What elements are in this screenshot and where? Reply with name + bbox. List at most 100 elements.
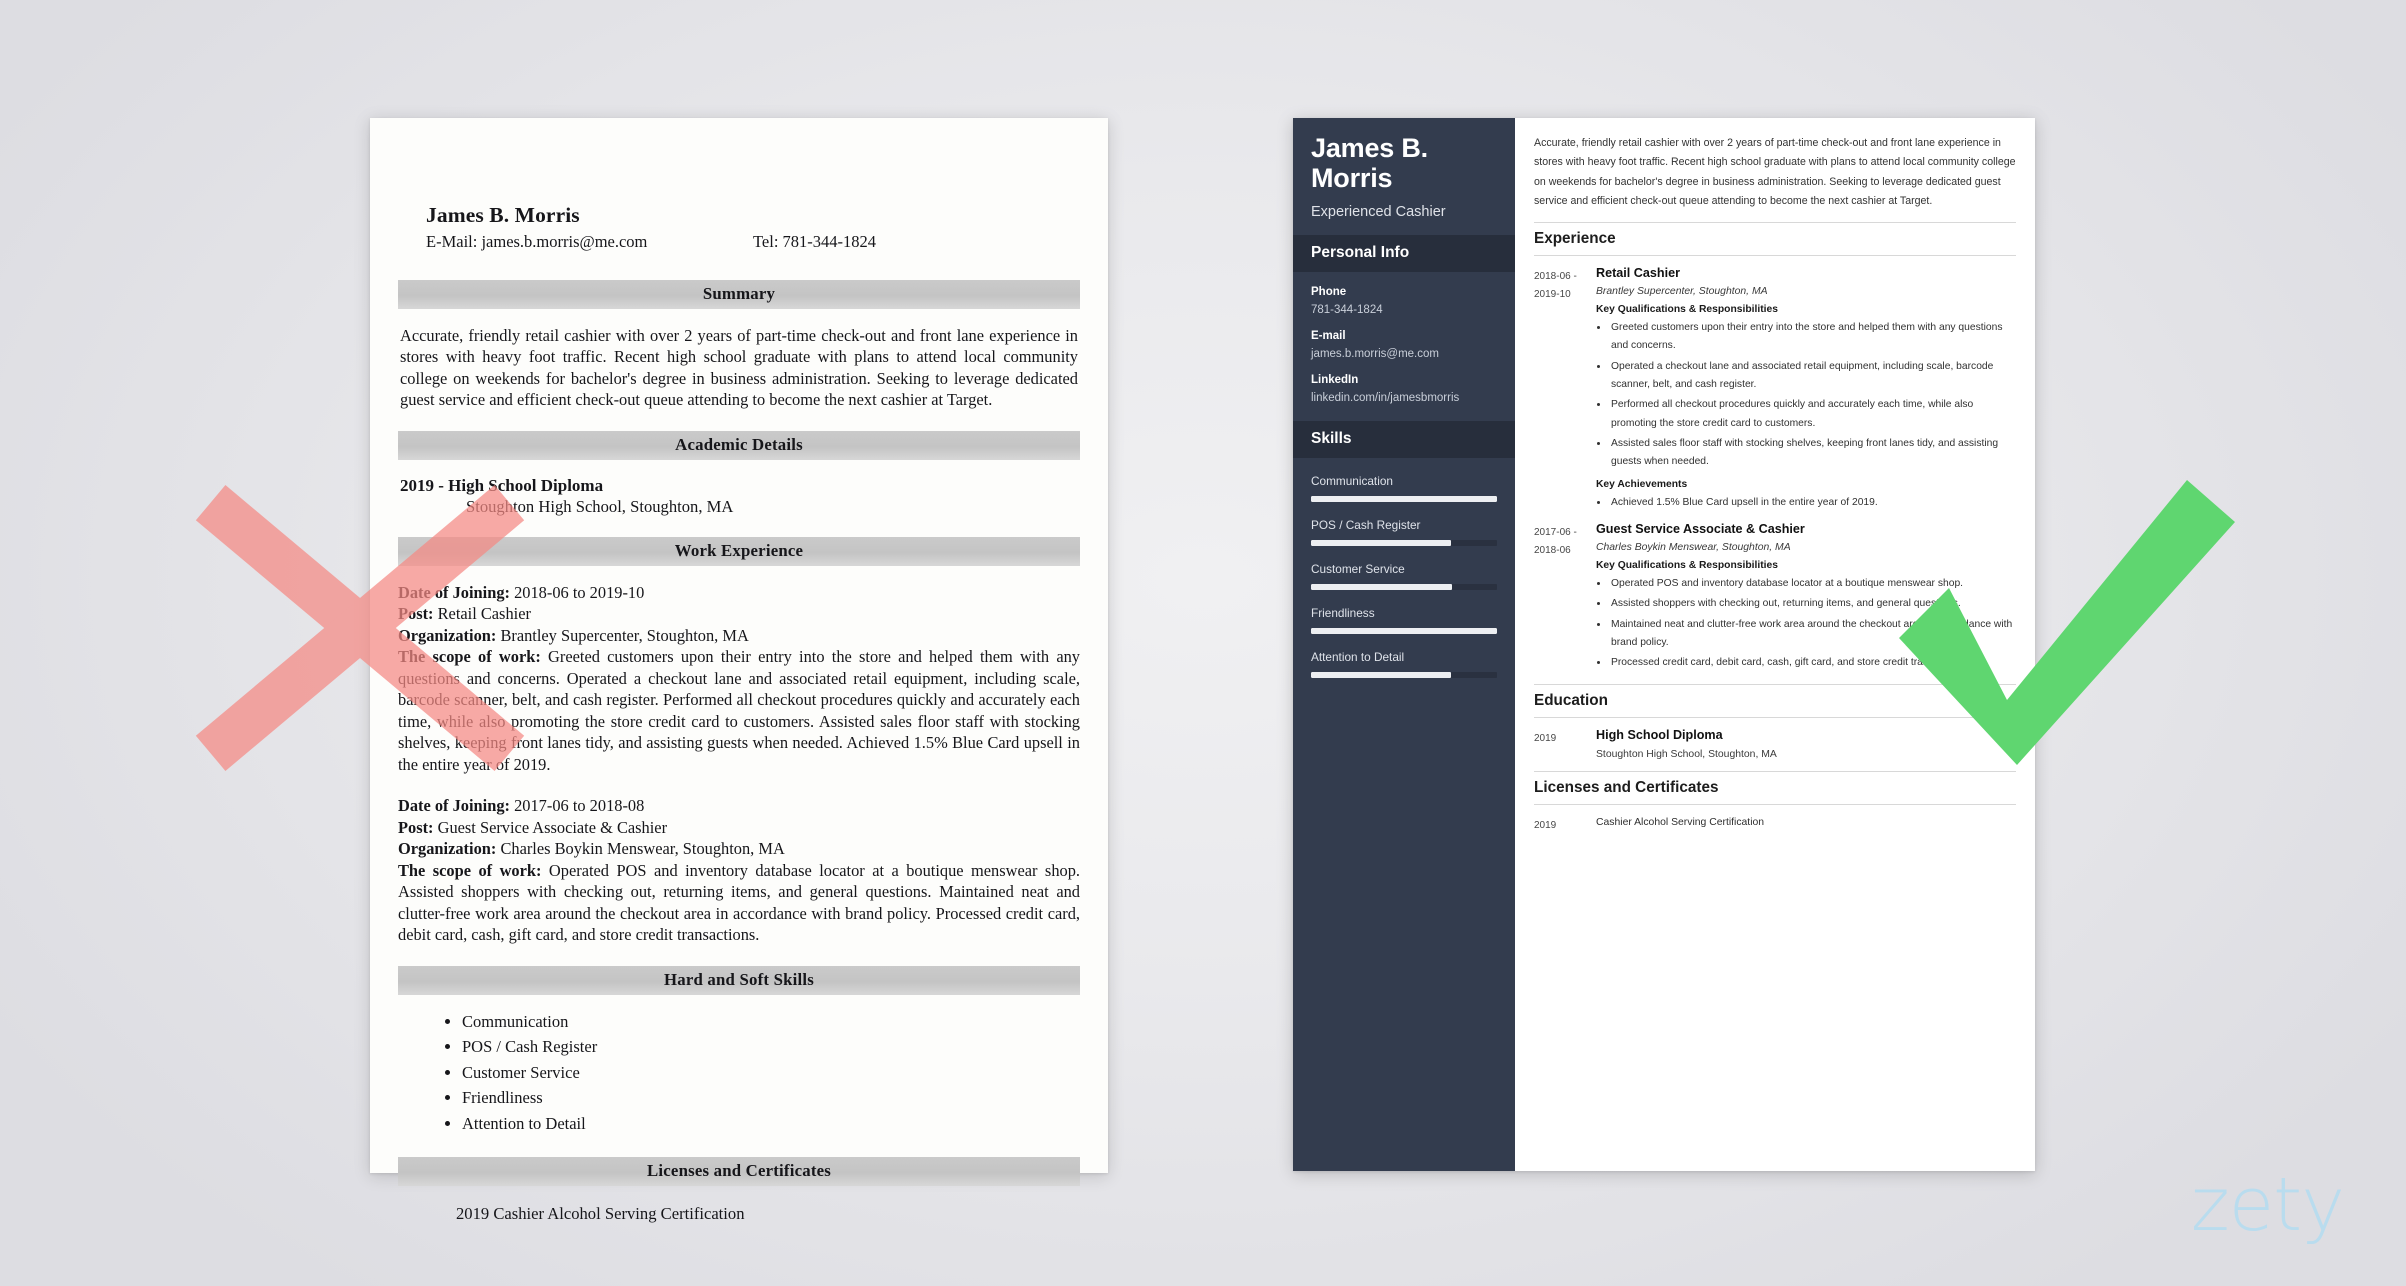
section-heading-experience: Experience — [1534, 222, 2016, 257]
bad-job-post-value: Guest Service Associate & Cashier — [433, 817, 668, 837]
bad-section-heading-skills: Hard and Soft Skills — [398, 965, 1080, 995]
list-item: Assisted shoppers with checking out, ret… — [1609, 595, 2016, 613]
sidebar-heading-personal-info: Personal Info — [1293, 235, 1515, 273]
education-entry: 2019 High School Diploma Stoughton High … — [1534, 718, 2016, 760]
skill-progress-fill — [1311, 584, 1453, 591]
bad-job-post-value: Retail Cashier — [433, 604, 531, 624]
bad-job-post-label: Post: — [398, 817, 434, 837]
bad-job-date-label: Date of Joining: — [398, 796, 510, 816]
bad-resume-contact-line: E-Mail: james.b.morris@me.com Tel: 781-3… — [426, 232, 1080, 252]
list-item: Greeted customers upon their entry into … — [1609, 319, 2016, 356]
skill-progress-track — [1311, 628, 1497, 635]
field-value[interactable]: linkedin.com/in/jamesbmorris — [1311, 392, 1497, 404]
license-entry: 2019 Cashier Alcohol Serving Certificati… — [1534, 805, 2016, 835]
experience-dates: 2018-06 - 2019-10 — [1534, 266, 1596, 512]
bad-license-item: 2019 Cashier Alcohol Serving Certificati… — [456, 1203, 745, 1223]
list-item: Assisted sales floor staff with stocking… — [1609, 435, 2016, 472]
education-school: Stoughton High School, Stoughton, MA — [1596, 748, 1777, 760]
date-to: 2019-10 — [1534, 288, 1571, 300]
list-item: Operated a checkout lane and associated … — [1609, 358, 2016, 395]
field-value: james.b.morris@me.com — [1311, 348, 1439, 361]
experience-entry: 2017-06 - 2018-06 Guest Service Associat… — [1534, 512, 2016, 673]
date-from: 2018-06 - — [1534, 271, 1577, 283]
skill-item: Friendliness — [1293, 606, 1515, 635]
list-item: Achieved 1.5% Blue Card upsell in the en… — [1609, 494, 2016, 512]
experience-org: Brantley Supercenter, Stoughton, MA — [1596, 286, 1768, 298]
list-item: Attention to Detail — [462, 1111, 1080, 1137]
list-item: Friendliness — [462, 1085, 1080, 1111]
list-item: Maintained neat and clutter-free work ar… — [1609, 616, 2016, 653]
skill-item: POS / Cash Register — [1293, 518, 1515, 547]
section-heading-licenses: Licenses and Certificates — [1534, 770, 2016, 805]
list-item: Processed credit card, debit card, cash,… — [1609, 654, 2016, 672]
bad-education-degree: 2019 - High School Diploma — [400, 475, 604, 495]
good-resume-job-title: Experienced Cashier — [1311, 204, 1446, 221]
good-resume-sidebar: James B. Morris Experienced Cashier Pers… — [1293, 118, 1515, 1171]
bad-job-org-value: Charles Boykin Menswear, Stoughton, MA — [496, 839, 785, 859]
field-label: LinkedIn — [1311, 374, 1359, 387]
skill-label: Customer Service — [1311, 562, 1405, 577]
date-from: 2017-06 - — [1534, 527, 1577, 539]
skill-item: Communication — [1293, 474, 1515, 503]
skill-progress-track — [1311, 540, 1497, 547]
experience-role: Guest Service Associate & Cashier — [1596, 522, 1805, 537]
list-item: Performed all checkout procedures quickl… — [1609, 396, 2016, 433]
license-year: 2019 — [1534, 819, 1557, 831]
bad-resume-document: James B. Morris E-Mail: james.b.morris@m… — [370, 118, 1108, 1223]
skill-progress-fill — [1311, 496, 1497, 503]
skill-progress-fill — [1311, 628, 1497, 635]
bad-job-entry: Date of Joining: 2018-06 to 2019-10 Post… — [398, 582, 1080, 775]
zety-logo: zety — [2190, 1162, 2345, 1248]
list-item: Operated POS and inventory database loca… — [1609, 575, 2016, 593]
field-value: 781-344-1824 — [1311, 304, 1383, 317]
license-title: Cashier Alcohol Serving Certification — [1596, 816, 1765, 828]
bad-job-entry: Date of Joining: 2017-06 to 2018-08 Post… — [398, 795, 1080, 945]
experience-entry: 2018-06 - 2019-10 Retail Cashier Brantle… — [1534, 256, 2016, 512]
skill-label: POS / Cash Register — [1311, 518, 1421, 533]
bad-job-org-value: Brantley Supercenter, Stoughton, MA — [496, 625, 749, 645]
bad-skills-list: Communication POS / Cash Register Custom… — [462, 1009, 1080, 1137]
list-item: POS / Cash Register — [462, 1034, 1080, 1060]
bad-job-post-label: Post: — [398, 604, 434, 624]
bad-education-school: Stoughton High School, Stoughton, MA — [466, 496, 734, 516]
bad-job-date-value: 2018-06 to 2019-10 — [510, 582, 645, 602]
experience-achievements: Achieved 1.5% Blue Card upsell in the en… — [1609, 494, 2016, 512]
education-year: 2019 — [1534, 732, 1557, 744]
bad-resume-email: E-Mail: james.b.morris@me.com — [426, 232, 648, 251]
bad-summary-text: Accurate, friendly retail cashier with o… — [400, 326, 1078, 410]
bad-section-heading-academic: Academic Details — [398, 430, 1080, 460]
bad-job-org-label: Organization: — [398, 839, 497, 859]
bad-resume-name: James B. Morris — [426, 203, 580, 227]
skill-label: Friendliness — [1311, 606, 1375, 621]
list-item: Customer Service — [462, 1060, 1080, 1086]
experience-quals-heading: Key Qualifications & Responsibilities — [1596, 560, 1778, 572]
bad-resume-phone: Tel: 781-344-1824 — [753, 232, 877, 251]
field-label: Phone — [1311, 286, 1347, 299]
bad-job-scope-label: The scope of work: — [398, 647, 541, 667]
skill-item: Attention to Detail — [1293, 650, 1515, 679]
bad-job-org-label: Organization: — [398, 625, 497, 645]
field-label: E-mail — [1311, 330, 1346, 343]
experience-achievements-heading: Key Achievements — [1596, 478, 1688, 490]
skill-label: Attention to Detail — [1311, 650, 1405, 665]
bad-job-date-label: Date of Joining: — [398, 582, 510, 602]
experience-bullets: Operated POS and inventory database loca… — [1609, 575, 2016, 673]
bad-job-scope-label: The scope of work: — [398, 860, 542, 880]
experience-dates: 2017-06 - 2018-06 — [1534, 522, 1596, 673]
section-heading-education: Education — [1534, 683, 2016, 718]
skill-progress-track — [1311, 584, 1497, 591]
sidebar-field-phone: Phone 781-344-1824 — [1293, 286, 1515, 316]
list-item: Communication — [462, 1009, 1080, 1035]
bad-section-heading-summary: Summary — [398, 280, 1080, 309]
good-resume-main-column: Accurate, friendly retail cashier with o… — [1515, 118, 2035, 1171]
skill-progress-track — [1311, 672, 1497, 679]
skill-item: Customer Service — [1293, 562, 1515, 591]
good-resume-summary: Accurate, friendly retail cashier with o… — [1534, 137, 2016, 207]
skill-progress-fill — [1311, 672, 1451, 679]
bad-section-heading-licenses: Licenses and Certificates — [398, 1156, 1080, 1186]
date-to: 2018-06 — [1534, 544, 1571, 556]
experience-role: Retail Cashier — [1596, 266, 1680, 281]
education-degree: High School Diploma — [1596, 727, 1723, 742]
sidebar-heading-skills: Skills — [1293, 421, 1515, 459]
experience-org: Charles Boykin Menswear, Stoughton, MA — [1596, 542, 1791, 554]
